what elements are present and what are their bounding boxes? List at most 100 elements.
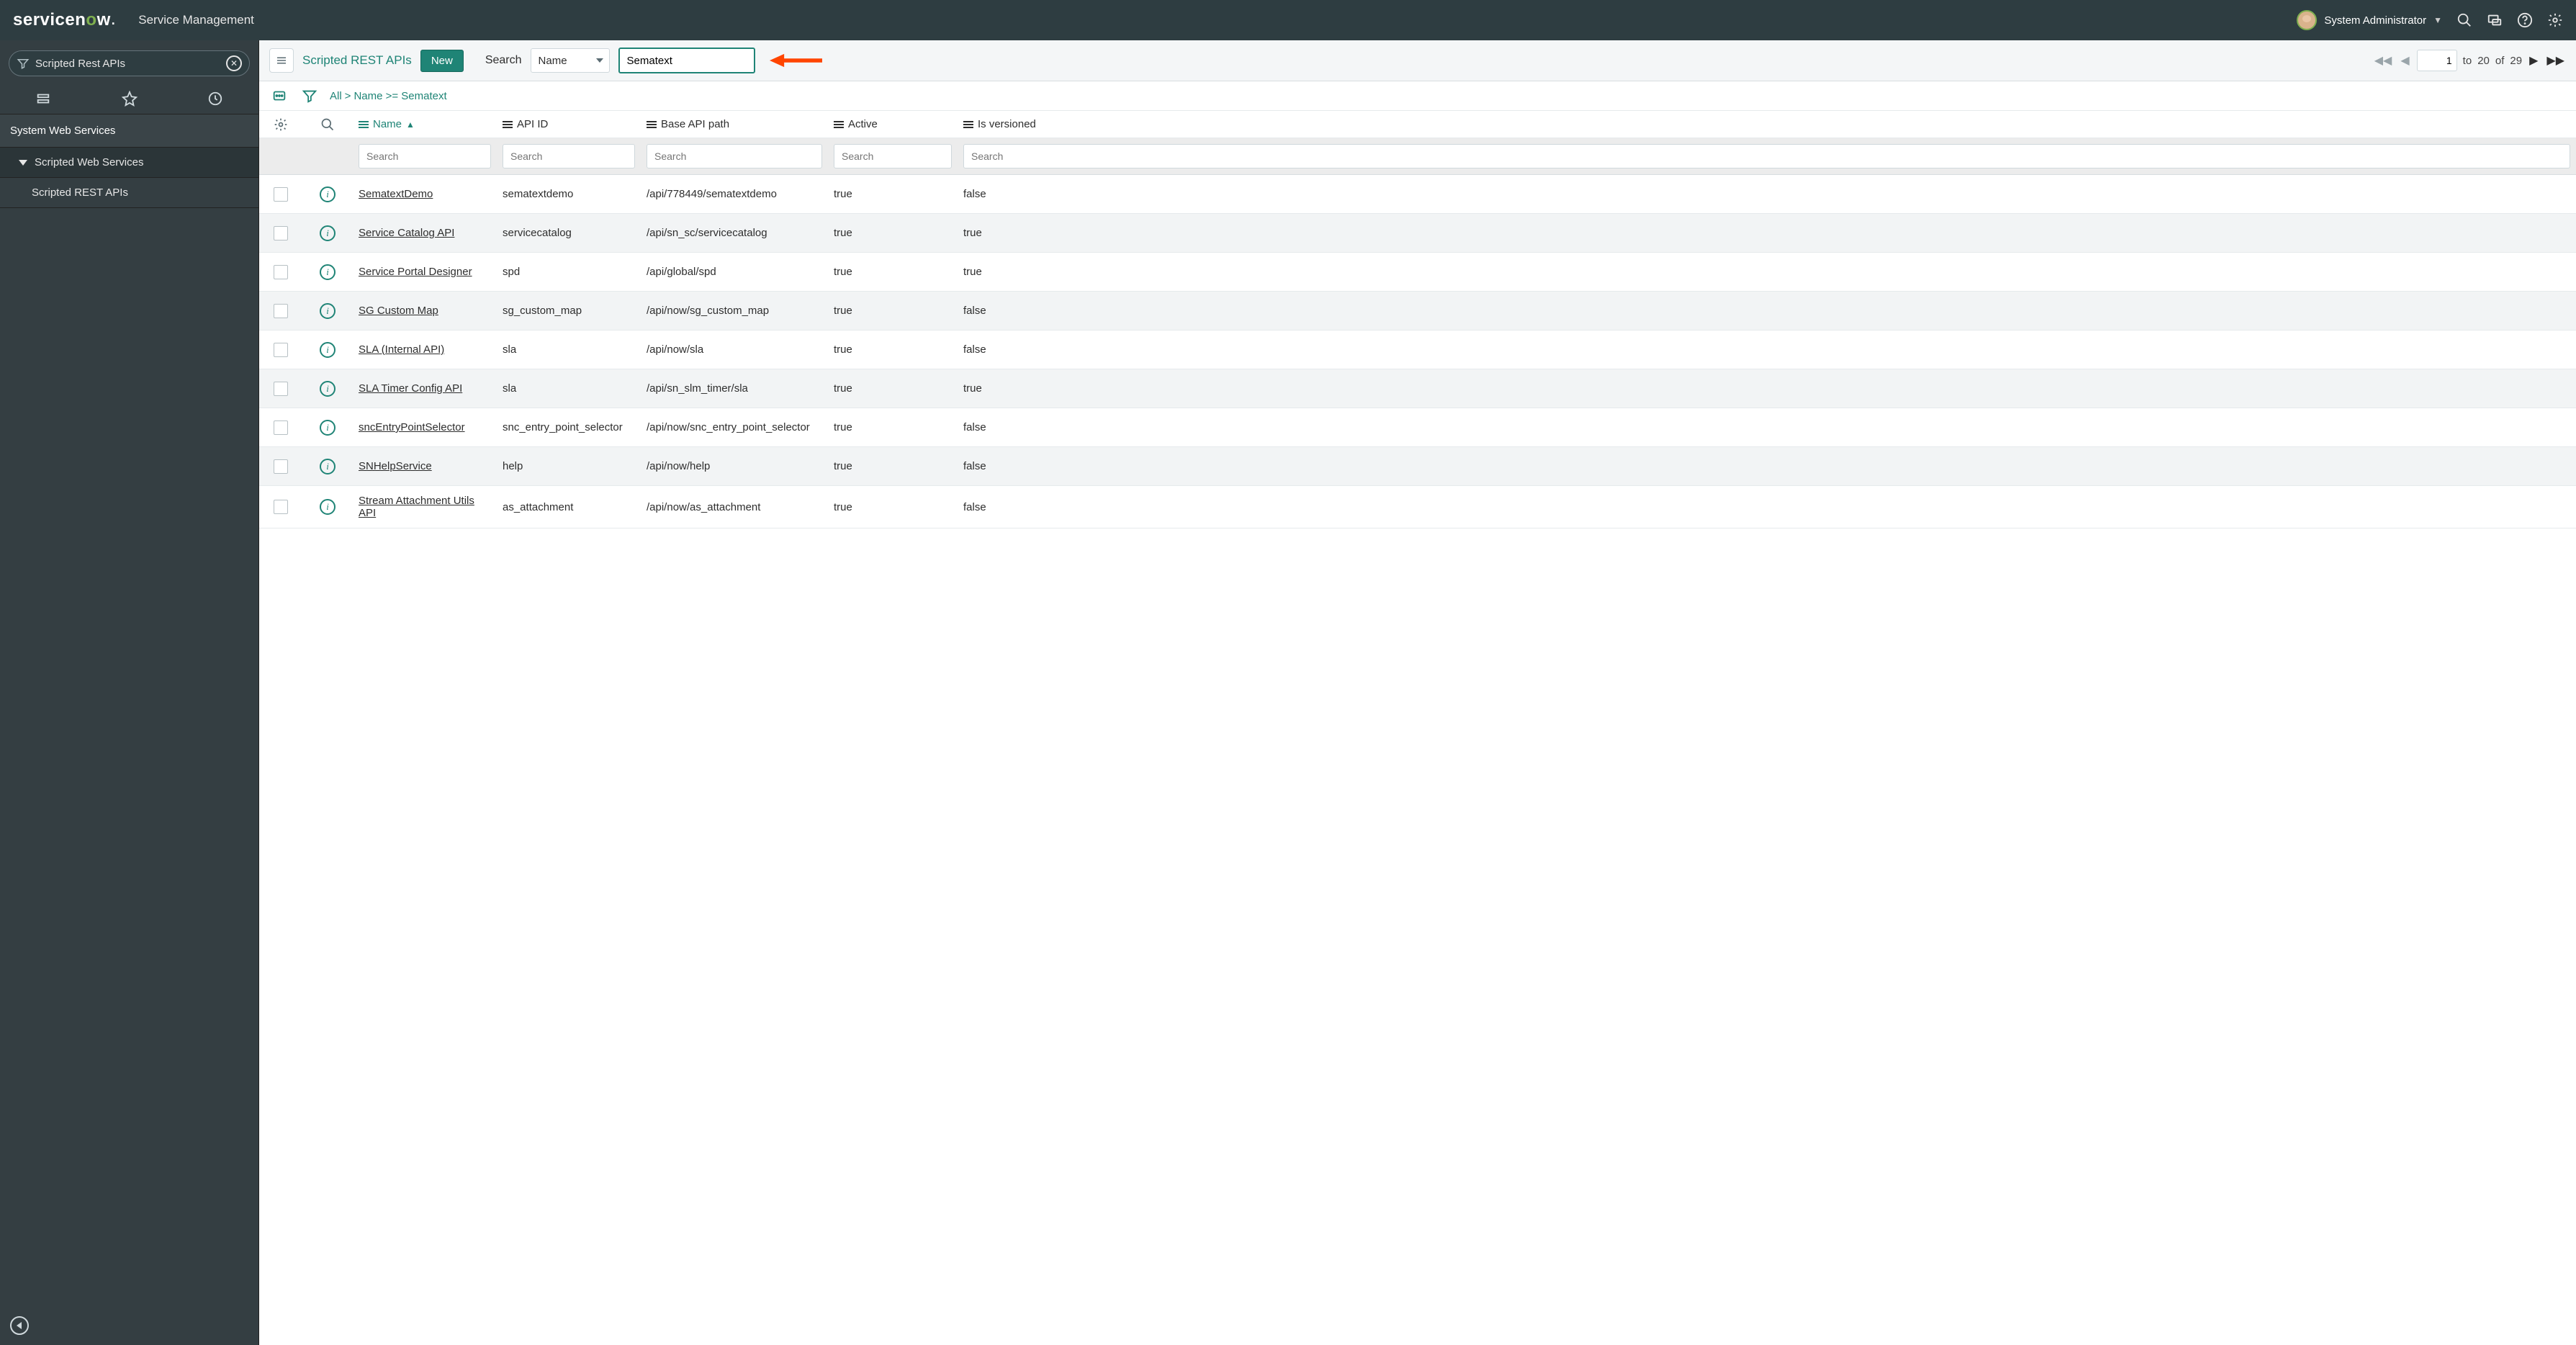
page-input[interactable] (2417, 50, 2457, 71)
col-search-name[interactable] (359, 144, 491, 168)
row-api-id: snc_entry_point_selector (497, 418, 641, 436)
search-field-select[interactable]: Name (531, 48, 610, 73)
row-name-link[interactable]: Stream Attachment Utils API (359, 495, 474, 519)
breadcrumb: All>Name >= Sematext (330, 90, 447, 102)
first-page-button[interactable]: ◀◀ (2373, 53, 2394, 68)
list-menu-button[interactable] (269, 48, 294, 73)
info-icon[interactable]: i (320, 499, 335, 515)
filter-breadcrumb-row: All>Name >= Sematext (259, 81, 2576, 111)
row-name-link[interactable]: SLA Timer Config API (359, 382, 462, 395)
filter-toggle-icon[interactable] (300, 86, 320, 106)
row-name-link[interactable]: SG Custom Map (359, 305, 438, 317)
row-api-id: sla (497, 379, 641, 397)
row-name-link[interactable]: Service Catalog API (359, 227, 454, 239)
prev-page-button[interactable]: ◀ (2399, 53, 2410, 68)
nav-group-scripted-web-services[interactable]: Scripted Web Services (0, 148, 258, 178)
row-checkbox[interactable] (274, 382, 288, 396)
row-api-id: sg_custom_map (497, 302, 641, 320)
help-icon[interactable] (2517, 12, 2533, 28)
caret-down-icon: ▼ (2433, 15, 2442, 25)
row-checkbox[interactable] (274, 265, 288, 279)
nav-tab-favorites[interactable] (86, 84, 173, 114)
global-header: servicenow. Service Management System Ad… (0, 0, 2576, 40)
row-base-path: /api/now/sg_custom_map (641, 302, 828, 320)
col-header-versioned-label: Is versioned (978, 118, 1036, 130)
activity-stream-icon[interactable] (269, 86, 289, 106)
row-base-path: /api/now/snc_entry_point_selector (641, 418, 828, 436)
info-icon[interactable]: i (320, 264, 335, 280)
chat-icon[interactable] (2487, 12, 2503, 28)
row-active: true (828, 302, 958, 320)
row-checkbox[interactable] (274, 226, 288, 240)
row-checkbox[interactable] (274, 500, 288, 514)
info-icon[interactable]: i (320, 186, 335, 202)
col-search-active[interactable] (834, 144, 952, 168)
row-name-link[interactable]: SematextDemo (359, 188, 433, 200)
table-row: iSematextDemosematextdemo/api/778449/sem… (259, 175, 2576, 214)
table-row: iSLA (Internal API)sla/api/now/slatruefa… (259, 330, 2576, 369)
settings-icon[interactable] (2547, 12, 2563, 28)
row-checkbox[interactable] (274, 459, 288, 474)
row-checkbox[interactable] (274, 187, 288, 202)
breadcrumb-all[interactable]: All (330, 90, 342, 102)
next-page-button[interactable]: ▶ (2528, 53, 2539, 68)
col-search-versioned[interactable] (963, 144, 2570, 168)
search-label: Search (485, 54, 522, 67)
search-input[interactable] (618, 48, 755, 73)
col-header-base-path-label: Base API path (661, 118, 729, 130)
last-page-button[interactable]: ▶▶ (2545, 53, 2566, 68)
sort-asc-icon: ▲ (406, 120, 415, 130)
nav-section-system-web-services[interactable]: System Web Services (0, 114, 258, 148)
col-search-base-path[interactable] (647, 144, 822, 168)
row-active: true (828, 341, 958, 359)
col-header-versioned[interactable]: Is versioned (958, 115, 2576, 133)
info-icon[interactable]: i (320, 381, 335, 397)
row-active: true (828, 498, 958, 516)
col-header-base-path[interactable]: Base API path (641, 115, 828, 133)
row-name-link[interactable]: Service Portal Designer (359, 266, 472, 278)
row-name-link[interactable]: SLA (Internal API) (359, 343, 444, 356)
list-title[interactable]: Scripted REST APIs (302, 53, 412, 68)
clear-filter-button[interactable] (226, 55, 242, 71)
col-header-active[interactable]: Active (828, 115, 958, 133)
row-active: true (828, 457, 958, 475)
nav-tab-all[interactable] (0, 84, 86, 114)
row-checkbox[interactable] (274, 343, 288, 357)
row-checkbox[interactable] (274, 304, 288, 318)
breadcrumb-filter[interactable]: Name >= Sematext (353, 90, 446, 102)
row-active: true (828, 379, 958, 397)
nav-tab-history[interactable] (172, 84, 258, 114)
row-versioned: false (958, 457, 2576, 475)
nav-item-label: Scripted REST APIs (32, 186, 128, 199)
row-active: true (828, 224, 958, 242)
col-header-api-id[interactable]: API ID (497, 115, 641, 133)
col-search-api-id[interactable] (503, 144, 635, 168)
nav-item-scripted-rest-apis[interactable]: Scripted REST APIs (0, 178, 258, 208)
navigator-sidebar: System Web Services Scripted Web Service… (0, 40, 259, 1345)
info-icon[interactable]: i (320, 420, 335, 436)
new-button[interactable]: New (420, 50, 464, 72)
row-base-path: /api/now/sla (641, 341, 828, 359)
pag-of-label: of (2495, 55, 2505, 67)
row-versioned: false (958, 185, 2576, 203)
collapse-nav-button[interactable] (10, 1316, 29, 1335)
header-search-icon[interactable] (320, 117, 335, 132)
row-checkbox[interactable] (274, 420, 288, 435)
info-icon[interactable]: i (320, 225, 335, 241)
info-icon[interactable]: i (320, 342, 335, 358)
table-row: iSNHelpServicehelp/api/now/helptruefalse (259, 447, 2576, 486)
col-header-name[interactable]: Name▲ (353, 115, 497, 133)
row-api-id: as_attachment (497, 498, 641, 516)
personalize-list-icon[interactable] (274, 117, 288, 132)
content-frame: Scripted REST APIs New Search Name ◀◀ ◀ … (259, 40, 2576, 1345)
row-name-link[interactable]: sncEntryPointSelector (359, 421, 465, 433)
user-menu[interactable]: System Administrator ▼ (2297, 10, 2442, 30)
row-name-link[interactable]: SNHelpService (359, 460, 432, 472)
table-body: iSematextDemosematextdemo/api/778449/sem… (259, 175, 2576, 1345)
info-icon[interactable]: i (320, 303, 335, 319)
brand-logo[interactable]: servicenow. (13, 10, 115, 30)
search-icon[interactable] (2456, 12, 2472, 28)
info-icon[interactable]: i (320, 459, 335, 474)
navigator-filter-input[interactable] (35, 58, 220, 70)
table-row: iService Catalog APIservicecatalog/api/s… (259, 214, 2576, 253)
